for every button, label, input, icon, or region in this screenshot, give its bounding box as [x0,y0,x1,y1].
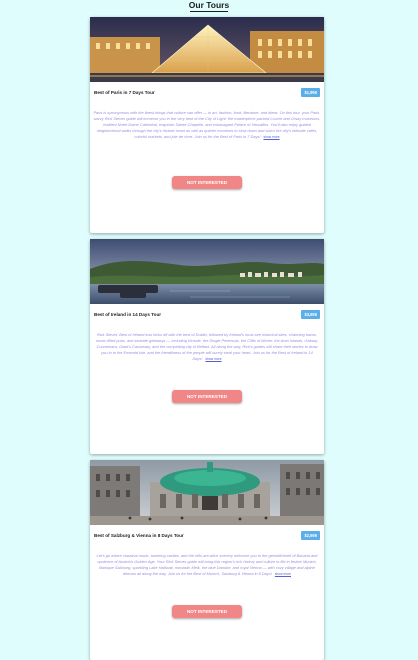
tour-card-header: Best of Paris in 7 Days Tour $1,995 [90,82,324,104]
tour-name: Best of Salzburg & Vienna in 8 Days Tour [94,533,184,538]
tour-card-ireland: Best of Ireland in 14 Days Tour $3,895 R… [90,239,324,454]
tour-name: Best of Paris in 7 Days Tour [94,90,155,95]
tour-card-header: Best of Salzburg & Vienna in 8 Days Tour… [90,525,324,547]
tour-description-text: Paris is synonymous with the finest thin… [93,110,321,139]
tour-image-vienna[interactable] [90,460,324,525]
price-badge: $1,995 [301,88,320,97]
price-badge: $2,695 [301,531,320,540]
not-interested-button[interactable]: NOT INTERESTED [172,605,242,618]
tour-card-header: Best of Ireland in 14 Days Tour $3,895 [90,304,324,326]
not-interested-button[interactable]: NOT INTERESTED [172,176,242,189]
tour-description: Paris is synonymous with the finest thin… [93,110,321,140]
tour-card-paris: Best of Paris in 7 Days Tour $1,995 Pari… [90,17,324,233]
tour-description: Let's go where classical music, towering… [93,553,321,577]
page-title: Our Tours [188,0,230,10]
tour-image-ireland[interactable] [90,239,324,304]
title-underline [190,11,228,12]
not-interested-button[interactable]: NOT INTERESTED [172,390,242,403]
tour-name: Best of Ireland in 14 Days Tour [94,312,162,317]
tour-image-paris[interactable] [90,17,324,82]
show-more-link[interactable]: show more [205,357,221,361]
price-badge: $3,895 [301,310,320,319]
show-more-link[interactable]: show more [275,572,291,576]
show-more-link[interactable]: show more [263,135,279,139]
tour-description: Rick Steves' Best of Ireland tour kicks … [93,332,321,362]
tour-card-salzburg-vienna: Best of Salzburg & Vienna in 8 Days Tour… [90,460,324,660]
